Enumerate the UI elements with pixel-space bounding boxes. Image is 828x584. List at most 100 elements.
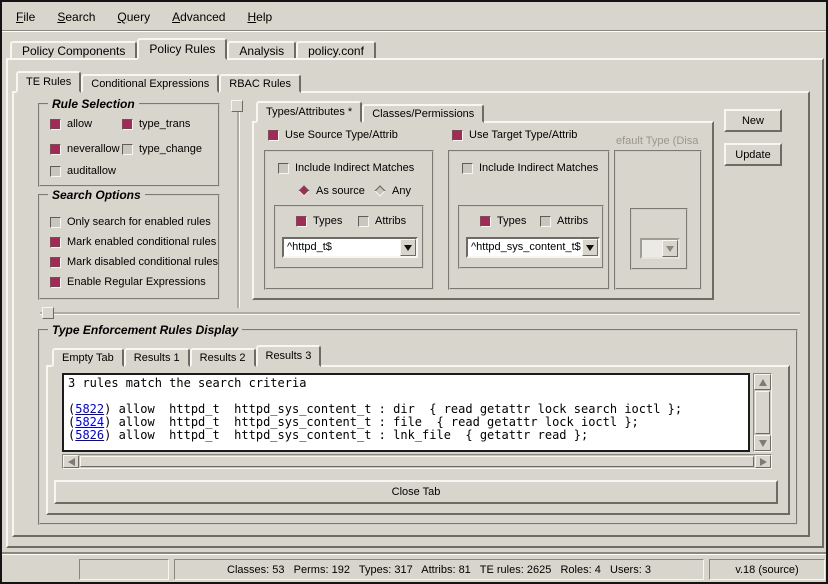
rule-selection-group: Rule Selection allow type_trans neverall… — [38, 103, 220, 187]
checkbox-neverallow[interactable]: neverallow — [50, 143, 120, 155]
menu-help[interactable]: Help — [247, 10, 272, 24]
checkbox-type-trans[interactable]: type_trans — [122, 118, 190, 130]
checkbox-mark-enabled[interactable]: Mark enabled conditional rules — [50, 236, 216, 248]
target-types-frame: Types Attribs ^httpd_sys_content_t$ — [458, 205, 604, 269]
radio-indicator — [298, 185, 309, 196]
menu-query[interactable]: Query — [117, 10, 150, 24]
radio-any[interactable]: Any — [374, 185, 411, 197]
checkbox-indicator — [50, 119, 61, 130]
checkbox-indicator — [50, 237, 61, 248]
menubar: File Search Query Advanced Help — [2, 4, 826, 30]
default-type-frame — [614, 150, 702, 290]
apol-window: File Search Query Advanced Help Policy C… — [0, 0, 828, 584]
checkbox-indicator — [278, 163, 289, 174]
checkbox-source-types[interactable]: Types — [296, 215, 342, 227]
tab-results-3[interactable]: Results 3 — [256, 345, 322, 367]
target-type-combo[interactable]: ^httpd_sys_content_t$ — [466, 237, 600, 258]
statusbar-version: v.18 (source) — [709, 559, 825, 580]
tab-classes-permissions[interactable]: Classes/Permissions — [362, 104, 484, 123]
sub-tabbar: TE Rules Conditional Expressions RBAC Ru… — [16, 71, 301, 93]
statusbar-divider — [2, 552, 826, 554]
checkbox-use-target[interactable]: Use Target Type/Attrib — [452, 129, 577, 141]
update-button[interactable]: Update — [724, 143, 782, 166]
checkbox-target-indirect[interactable]: Include Indirect Matches — [462, 162, 598, 174]
dropdown-arrow-icon[interactable] — [582, 239, 598, 256]
checkbox-indicator — [50, 166, 61, 177]
checkbox-only-enabled[interactable]: Only search for enabled rules — [50, 216, 211, 228]
new-button[interactable]: New — [724, 109, 782, 132]
checkbox-indicator — [358, 216, 369, 227]
tab-conditional-expressions[interactable]: Conditional Expressions — [81, 74, 219, 93]
tab-empty[interactable]: Empty Tab — [52, 348, 124, 367]
checkbox-indicator — [122, 119, 133, 130]
scroll-right-arrow-icon[interactable] — [755, 455, 771, 468]
checkbox-indicator — [462, 163, 473, 174]
source-type-combo[interactable]: ^httpd_t$ — [282, 237, 418, 258]
rule-link[interactable]: 5822 — [75, 402, 104, 416]
tab-types-attributes[interactable]: Types/Attributes * — [256, 101, 362, 123]
types-attribs-tabbar: Types/Attributes * Classes/Permissions — [256, 101, 484, 123]
results-horizontal-scrollbar[interactable] — [62, 454, 772, 469]
checkbox-allow[interactable]: allow — [50, 118, 92, 130]
close-tab-button[interactable]: Close Tab — [54, 480, 778, 504]
scroll-down-arrow-icon[interactable] — [754, 435, 771, 451]
checkbox-target-attribs[interactable]: Attribs — [540, 215, 588, 227]
results-tabbar: Empty Tab Results 1 Results 2 Results 3 — [52, 345, 321, 367]
default-type-combo — [640, 238, 680, 259]
checkbox-indicator — [50, 257, 61, 268]
checkbox-indicator — [452, 130, 463, 141]
checkbox-indicator — [50, 277, 61, 288]
checkbox-indicator — [268, 130, 279, 141]
horizontal-sash[interactable] — [40, 312, 800, 314]
radio-indicator — [374, 185, 385, 196]
checkbox-indicator — [50, 217, 61, 228]
checkbox-indicator — [296, 216, 307, 227]
checkbox-auditallow[interactable]: auditallow — [50, 165, 116, 177]
target-frame: Include Indirect Matches Types Attribs ^… — [448, 150, 610, 290]
results-vertical-scrollbar[interactable] — [753, 373, 772, 452]
search-options-group: Search Options Only search for enabled r… — [38, 194, 220, 300]
checkbox-indicator — [50, 144, 61, 155]
rule-link[interactable]: 5826 — [75, 428, 104, 442]
checkbox-source-attribs[interactable]: Attribs — [358, 215, 406, 227]
tab-policy-rules[interactable]: Policy Rules — [137, 38, 227, 60]
source-frame: Include Indirect Matches As source Any T… — [264, 150, 434, 290]
default-type-label: efault Type (Disa — [616, 135, 700, 147]
horizontal-scroll-thumb[interactable] — [80, 456, 754, 467]
scroll-left-arrow-icon[interactable] — [63, 455, 79, 468]
default-type-inner-frame — [630, 208, 688, 270]
statusbar-empty-cell — [79, 559, 169, 580]
te-rules-display-title: Type Enforcement Rules Display — [48, 323, 242, 337]
rule-line: (5826) allow httpd_t httpd_sys_content_t… — [68, 429, 744, 442]
vertical-scroll-thumb[interactable] — [755, 391, 770, 434]
menu-advanced[interactable]: Advanced — [172, 10, 225, 24]
statusbar-stats: Classes: 53 Perms: 192 Types: 317 Attrib… — [174, 559, 704, 580]
target-type-combo-value: ^httpd_sys_content_t$ — [468, 239, 582, 256]
checkbox-use-source[interactable]: Use Source Type/Attrib — [268, 129, 398, 141]
scroll-up-arrow-icon[interactable] — [754, 374, 771, 390]
vertical-sash-handle[interactable] — [231, 100, 243, 112]
rule-link[interactable]: 5824 — [75, 415, 104, 429]
tab-results-1[interactable]: Results 1 — [124, 348, 190, 367]
menu-search[interactable]: Search — [57, 10, 95, 24]
horizontal-sash-handle[interactable] — [42, 307, 54, 319]
results-text[interactable]: 3 rules match the search criteria (5822)… — [62, 373, 750, 452]
checkbox-source-indirect[interactable]: Include Indirect Matches — [278, 162, 414, 174]
menu-file[interactable]: File — [16, 10, 35, 24]
checkbox-regex[interactable]: Enable Regular Expressions — [50, 276, 206, 288]
vertical-sash[interactable] — [237, 100, 239, 308]
source-types-frame: Types Attribs ^httpd_t$ — [274, 205, 424, 269]
radio-as-source[interactable]: As source — [298, 185, 365, 197]
checkbox-type-change[interactable]: type_change — [122, 143, 202, 155]
rule-selection-title: Rule Selection — [48, 97, 139, 111]
checkbox-indicator — [480, 216, 491, 227]
default-type-combo-value — [642, 240, 662, 257]
tab-results-2[interactable]: Results 2 — [190, 348, 256, 367]
tab-rbac-rules[interactable]: RBAC Rules — [219, 74, 301, 93]
source-type-combo-value: ^httpd_t$ — [284, 239, 400, 256]
results-summary: 3 rules match the search criteria — [68, 377, 744, 390]
tab-te-rules[interactable]: TE Rules — [16, 71, 81, 93]
dropdown-arrow-icon[interactable] — [400, 239, 416, 256]
checkbox-mark-disabled[interactable]: Mark disabled conditional rules — [50, 256, 218, 268]
checkbox-target-types[interactable]: Types — [480, 215, 526, 227]
